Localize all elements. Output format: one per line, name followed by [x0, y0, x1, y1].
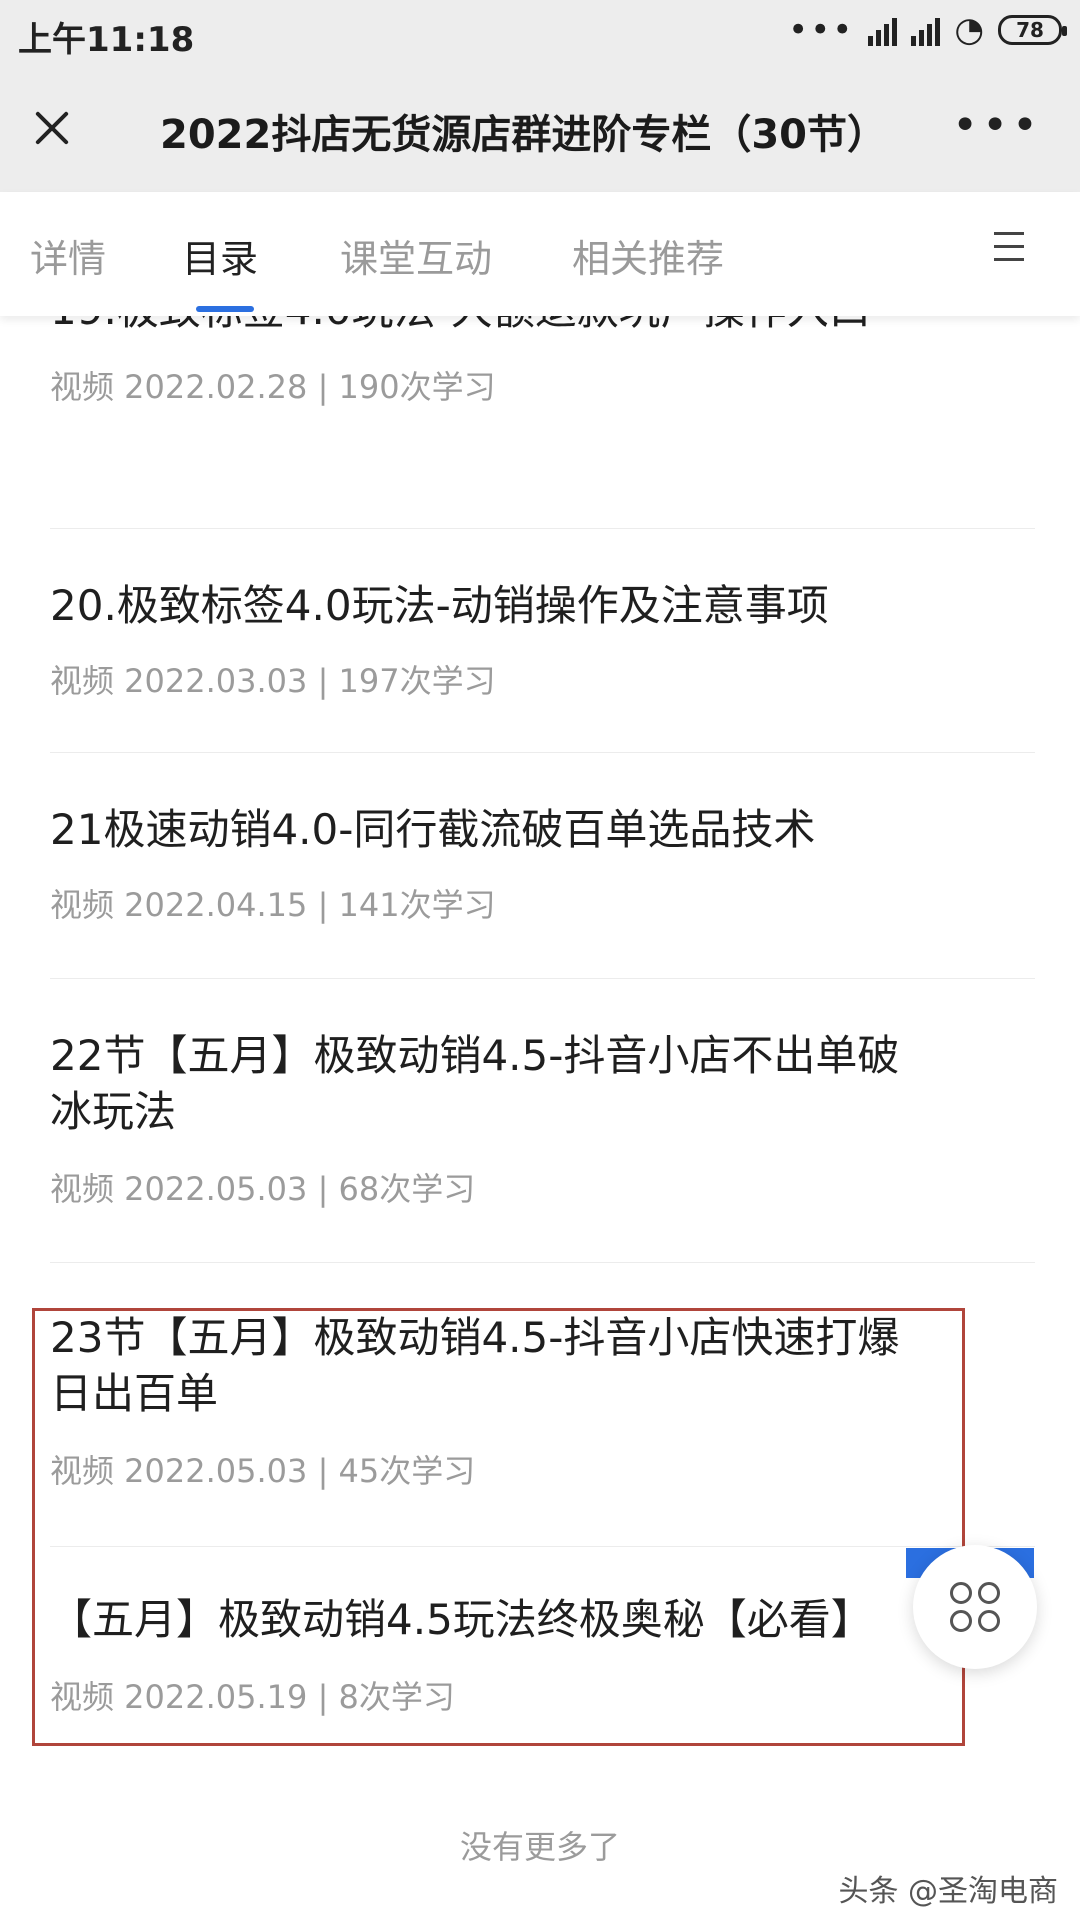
title-bar: 2022抖店无货源店群进阶专栏（30节） •••: [0, 66, 1080, 193]
tab-interaction[interactable]: 课堂互动: [340, 228, 492, 283]
item-meta: 视频 2022.05.03 | 68次学习: [50, 1170, 476, 1208]
item-meta: 视频 2022.04.15 | 141次学习: [50, 886, 496, 924]
notification-dots-icon: •••: [788, 10, 855, 50]
list-item[interactable]: 20.极致标签4.0玩法-动销操作及注意事项 视频 2022.03.03 | 1…: [50, 578, 1035, 702]
divider: [50, 1546, 1035, 1547]
divider: [50, 978, 1035, 979]
item-title: 21极速动销4.0-同行截流破百单选品技术: [50, 805, 816, 854]
tab-recommend[interactable]: 相关推荐: [572, 228, 724, 283]
status-time: 上午11:18: [18, 20, 195, 60]
list-item[interactable]: 21极速动销4.0-同行截流破百单选品技术 视频 2022.04.15 | 14…: [50, 802, 1035, 926]
signal-icon-1: [868, 14, 898, 46]
item-title: 20.极致标签4.0玩法-动销操作及注意事项: [50, 581, 829, 630]
item-title: 23节【五月】极致动销4.5-抖音小店快速打爆日出百单: [50, 1313, 900, 1418]
list-item[interactable]: 【五月】极致动销4.5玩法终极奥秘【必看】 视频 2022.05.19 | 8次…: [50, 1592, 1035, 1718]
more-menu-icon[interactable]: •••: [952, 104, 1042, 148]
tab-catalog[interactable]: 目录: [182, 228, 258, 283]
divider: [50, 1262, 1035, 1263]
tab-bar: 详情 目录 课堂互动 相关推荐: [0, 192, 1080, 316]
list-item[interactable]: 23节【五月】极致动销4.5-抖音小店快速打爆日出百单 视频 2022.05.0…: [50, 1310, 1035, 1492]
list-item[interactable]: 22节【五月】极致动销4.5-抖音小店不出单破冰玩法 视频 2022.05.03…: [50, 1028, 1035, 1210]
divider: [50, 528, 1035, 529]
close-icon[interactable]: [30, 106, 74, 150]
status-bar: 上午11:18 ••• ◔ 78: [0, 0, 1080, 66]
watermark: 头条 @圣淘电商: [838, 1874, 1058, 1909]
no-more-text: 没有更多了: [459, 1828, 620, 1866]
battery-icon: 78: [998, 15, 1067, 45]
battery-level: 78: [1016, 18, 1044, 42]
list-menu-icon[interactable]: [994, 232, 1044, 272]
page-title: 2022抖店无货源店群进阶专栏（30节）: [160, 112, 887, 158]
tab-details[interactable]: 详情: [30, 228, 106, 283]
item-meta: 视频 2022.05.03 | 45次学习: [50, 1452, 476, 1490]
item-meta: 视频 2022.02.28 | 190次学习: [50, 368, 496, 406]
item-title: 22节【五月】极致动销4.5-抖音小店不出单破冰玩法: [50, 1031, 900, 1136]
signal-icon-2: [911, 14, 941, 46]
item-meta: 视频 2022.05.19 | 8次学习: [50, 1678, 455, 1716]
active-tab-indicator: [196, 306, 254, 312]
floating-action-button[interactable]: [913, 1545, 1037, 1669]
wifi-icon: ◔: [954, 10, 984, 50]
item-meta: 视频 2022.03.03 | 197次学习: [50, 662, 496, 700]
item-title: 【五月】极致动销4.5玩法终极奥秘【必看】: [50, 1595, 873, 1644]
divider: [50, 752, 1035, 753]
clover-grid-icon: [950, 1582, 1000, 1632]
status-icons: ••• ◔ 78: [788, 10, 1067, 50]
